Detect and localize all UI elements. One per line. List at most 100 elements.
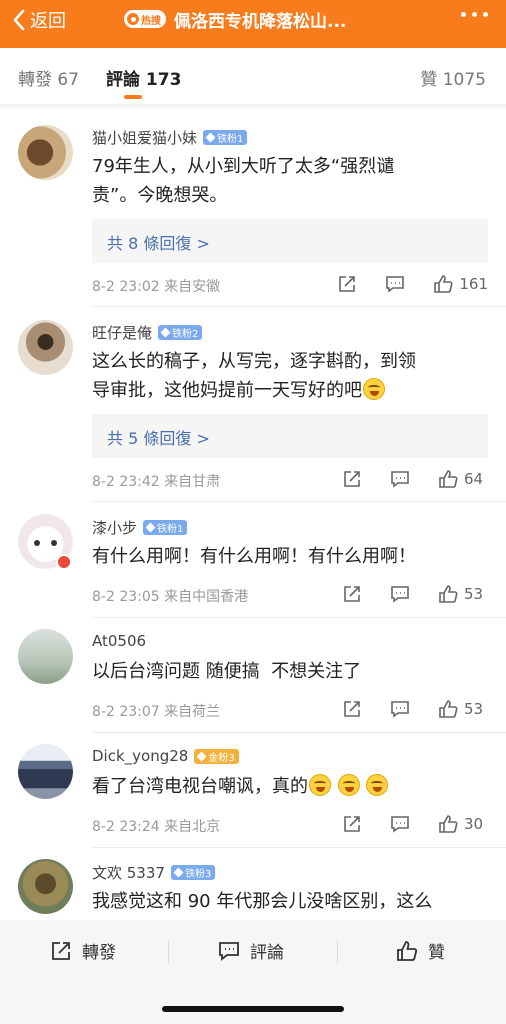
share-icon xyxy=(339,276,356,292)
thumbs-up-icon xyxy=(439,700,458,718)
back-button[interactable]: 返回 xyxy=(12,7,66,33)
share-icon xyxy=(52,941,70,960)
fan-badge-label: 金粉3 xyxy=(208,752,235,764)
repost-label: 轉發 xyxy=(82,943,116,963)
fan-badge: 铁粉1 xyxy=(143,520,188,535)
comment-icon xyxy=(219,941,239,961)
thumbs-up-icon xyxy=(439,470,458,488)
like-button[interactable]: 30 xyxy=(438,814,488,834)
repost-button[interactable]: 轉發 xyxy=(50,938,116,963)
avatar[interactable] xyxy=(18,629,73,684)
verified-badge-icon xyxy=(56,554,72,570)
like-button[interactable]: 161 xyxy=(433,274,488,294)
comment-line: 责”。今晚想哭。 xyxy=(92,185,228,206)
thumbs-up-icon xyxy=(434,275,453,293)
tab-underline xyxy=(124,95,142,99)
username[interactable]: 猫小姐爱猫小妹 xyxy=(92,127,197,148)
username[interactable]: Dick_yong28 xyxy=(92,747,188,765)
separator xyxy=(168,940,169,964)
like-count: 30 xyxy=(464,815,484,833)
avatar[interactable] xyxy=(18,859,73,914)
avatar[interactable] xyxy=(18,125,73,180)
share-icon xyxy=(344,701,360,717)
chevron-left-icon xyxy=(13,9,25,31)
share-button[interactable] xyxy=(342,699,362,719)
tab-repost[interactable]: 轉發 67 xyxy=(18,65,79,90)
share-button[interactable] xyxy=(342,814,362,834)
comment-meta: 8-2 23:42 来自甘肃 xyxy=(92,474,221,490)
avatar[interactable] xyxy=(18,744,73,799)
user-line: At0506 xyxy=(92,632,146,650)
comment-item: 文欢 5337 铁粉3 我感觉这和 90 年代那会儿没啥区别，这么 xyxy=(0,847,506,920)
comment-text: 这么长的稿子，从写完，逐字斟酌，到领 导审批，这他妈提前一天写好的吧 xyxy=(92,347,487,405)
comment-line: 以后台湾问题 随便搞 不想关注了 xyxy=(92,661,362,682)
comment-meta: 8-2 23:24 来自北京 xyxy=(92,819,221,835)
user-line: 猫小姐爱猫小妹 铁粉1 xyxy=(92,127,248,148)
avatar[interactable] xyxy=(18,514,73,570)
avatar[interactable] xyxy=(18,320,73,375)
replies-link[interactable]: 共 8 條回復 > xyxy=(92,219,488,263)
fan-badge: 铁粉2 xyxy=(158,325,203,340)
comment-icon xyxy=(391,816,409,833)
reply-button[interactable] xyxy=(390,469,410,489)
more-icon[interactable] xyxy=(461,12,488,17)
username[interactable]: At0506 xyxy=(92,632,146,650)
user-line: 漆小步 铁粉1 xyxy=(92,517,188,538)
comment-meta: 8-2 23:05 来自中国香港 xyxy=(92,589,249,605)
like-button[interactable]: 64 xyxy=(438,469,488,489)
like-label: 贊 xyxy=(428,943,445,963)
share-button[interactable] xyxy=(342,469,362,489)
username[interactable]: 文欢 5337 xyxy=(92,862,165,883)
user-line: 旺仔是俺 铁粉2 xyxy=(92,322,203,343)
diamond-icon xyxy=(145,522,156,533)
like-button[interactable]: 53 xyxy=(438,584,488,604)
title-area: 热搜 佩洛西专机降落松山... xyxy=(124,7,347,32)
diamond-icon xyxy=(160,327,171,338)
fan-badge: 铁粉3 xyxy=(170,865,216,880)
share-button[interactable] xyxy=(342,584,362,604)
comment-line: 我感觉这和 90 年代那会儿没啥区别，这么 xyxy=(92,891,433,912)
comment-actions: 53 xyxy=(314,699,488,719)
comment-line: 有什么用啊！有什么用啊！有什么用啊！ xyxy=(92,546,416,567)
comment-text: 以后台湾问题 随便搞 不想关注了 xyxy=(92,657,487,686)
comment-text: 看了台湾电视台嘲讽，真的 xyxy=(92,772,487,801)
reply-button[interactable] xyxy=(390,699,410,719)
page-title: 佩洛西专机降落松山... xyxy=(174,11,347,32)
diamond-icon xyxy=(173,867,184,878)
tab-bar: 轉發 67 評論 173 贊 1075 xyxy=(0,48,506,104)
thumbs-up-icon xyxy=(397,940,418,961)
tab-likes[interactable]: 贊 1075 xyxy=(420,65,486,90)
laugh-cry-emoji-icon xyxy=(337,774,360,796)
reply-button[interactable] xyxy=(385,274,405,294)
like-button[interactable]: 53 xyxy=(438,699,488,719)
username[interactable]: 漆小步 xyxy=(92,517,137,538)
like-post-button[interactable]: 贊 xyxy=(396,938,445,963)
comment-line: 导审批，这他妈提前一天写好的吧 xyxy=(92,380,362,401)
home-indicator xyxy=(162,1006,344,1012)
comment-text: 79年生人，从小到大听了太多“强烈谴 责”。今晚想哭。 xyxy=(92,152,487,210)
user-line: Dick_yong28 金粉3 xyxy=(92,747,239,765)
reply-button[interactable] xyxy=(390,814,410,834)
replies-link[interactable]: 共 5 條回復 > xyxy=(92,414,488,458)
share-icon xyxy=(344,586,360,602)
comment-text: 我感觉这和 90 年代那会儿没啥区别，这么 xyxy=(92,887,487,916)
gold-fan-badge: 金粉3 xyxy=(194,748,239,764)
share-button[interactable] xyxy=(337,274,357,294)
comment-meta: 8-2 23:07 来自荷兰 xyxy=(92,704,221,720)
tab-comments[interactable]: 評論 173 xyxy=(106,65,181,90)
comment-line: 看了台湾电视台嘲讽，真的 xyxy=(92,776,308,797)
hot-search-badge: 热搜 xyxy=(124,10,166,28)
username[interactable]: 旺仔是俺 xyxy=(92,322,152,343)
comment-text: 有什么用啊！有什么用啊！有什么用啊！ xyxy=(92,542,487,571)
laugh-cry-emoji-icon xyxy=(309,774,331,796)
comment-button[interactable]: 評論 xyxy=(218,938,284,963)
laugh-cry-emoji-icon xyxy=(363,378,385,400)
like-count: 53 xyxy=(464,700,484,718)
comment-line: 79年生人，从小到大听了太多“强烈谴 xyxy=(92,156,395,177)
like-count: 161 xyxy=(459,275,488,293)
hot-search-icon xyxy=(127,13,139,25)
like-count: 64 xyxy=(464,470,484,488)
user-line: 文欢 5337 铁粉3 xyxy=(92,862,216,883)
divider xyxy=(92,732,506,733)
reply-button[interactable] xyxy=(390,584,410,604)
